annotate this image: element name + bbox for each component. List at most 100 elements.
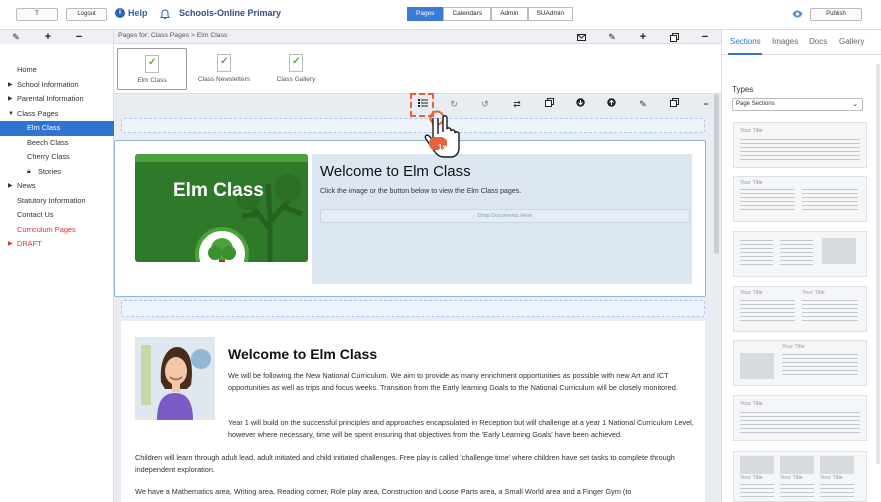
page-thumb-class-gallery[interactable]: ✓ Class Gallery [261, 48, 331, 90]
move-up-icon[interactable] [604, 98, 618, 110]
layout-line [780, 240, 813, 241]
layout-option[interactable]: Your Title Your Title [733, 286, 867, 332]
layout-title: Your Title [740, 290, 763, 296]
layout-line [820, 492, 854, 493]
section-elm-class-banner[interactable]: Elm Class Welcome to Elm Class Click the… [114, 140, 706, 297]
page-thumb-elm-class[interactable]: ✓ Elm Class [117, 48, 187, 90]
lock-icon: 🔒︎ [27, 167, 31, 175]
tree-item-label: News [17, 181, 36, 190]
tab-admin[interactable]: Admin [491, 7, 528, 21]
chevron-right-icon[interactable]: ▶ [8, 179, 13, 194]
tree-item[interactable]: 🔒︎ Stories [0, 165, 114, 180]
undo-icon[interactable]: ↺ [478, 98, 492, 110]
layout-line [780, 492, 814, 493]
layout-line [802, 320, 858, 321]
layout-line [740, 193, 795, 194]
bell-icon[interactable] [159, 8, 171, 20]
edit-section-icon[interactable]: ✎ [636, 98, 650, 110]
add-page-icon[interactable]: + [637, 30, 649, 44]
layout-option[interactable]: Your Title Your Title Your Title [733, 451, 867, 502]
tree-item-label: DRAFT [17, 239, 42, 248]
layout-line [780, 496, 814, 497]
types-select[interactable]: Page Sections ⌄ [732, 98, 863, 111]
types-select-value: Page Sections [736, 101, 775, 107]
tree-item[interactable]: ▶ School Information [0, 78, 114, 93]
nav-tabs: Pages Calendars Admin SUAdmin [407, 7, 573, 21]
section-drop-zone[interactable] [121, 300, 705, 317]
tab-calendars[interactable]: Calendars [443, 7, 492, 21]
help-link[interactable]: i Help [115, 8, 148, 18]
tab-pages[interactable]: Pages [407, 7, 444, 21]
layout-line [740, 320, 795, 321]
edit-page-icon[interactable]: ✎ [606, 30, 618, 44]
layout-line [740, 201, 795, 202]
eye-icon[interactable] [791, 9, 803, 19]
tree-item-label: Beech Class [27, 137, 69, 147]
tab-suadmin[interactable]: SUAdmin [527, 7, 573, 21]
layout-option[interactable]: Your Title [733, 395, 867, 441]
tree-item[interactable]: Elm Class [0, 121, 114, 136]
teacher-photo [135, 337, 215, 420]
section-welcome-text[interactable]: Welcome to Elm Class We will be followin… [121, 321, 705, 502]
panel-scrollbar[interactable] [876, 64, 880, 464]
tree-item[interactable]: ▶ News [0, 179, 114, 194]
layout-line [782, 374, 858, 375]
redo-icon[interactable]: ↻ [447, 98, 461, 110]
layout-title: Your Title [740, 401, 763, 407]
layout-image-placeholder [740, 456, 774, 474]
copy-section-icon[interactable] [667, 98, 681, 110]
tree-item[interactable]: ▼ Class Pages [0, 107, 114, 122]
tab-sections[interactable]: Sections [730, 37, 761, 46]
layout-line [740, 197, 795, 198]
layout-option[interactable]: Your Title [733, 340, 867, 386]
tree-item[interactable]: Curriculum Pages [0, 223, 114, 238]
user-button[interactable]: T [16, 8, 58, 21]
tab-docs[interactable]: Docs [809, 37, 827, 46]
tree-item[interactable]: Beech Class [0, 136, 114, 151]
layout-line [740, 252, 773, 253]
chevron-right-icon[interactable]: ▶ [8, 92, 13, 107]
swap-icon[interactable]: ⇄ [510, 98, 524, 110]
elm-class-image-title: Elm Class [173, 180, 264, 201]
publish-button[interactable]: Publish [810, 8, 862, 21]
layout-option[interactable] [733, 231, 867, 277]
edit-icon[interactable]: ✎ [10, 31, 22, 43]
chevron-right-icon[interactable]: ▶ [8, 237, 13, 252]
sections-panel: Sections Images Docs Gallery Types Page … [721, 30, 881, 502]
duplicate-icon[interactable] [542, 98, 556, 110]
tree-item[interactable]: Statutory Information [0, 194, 114, 209]
layout-option[interactable]: Your Title [733, 176, 867, 222]
chevron-down-icon[interactable]: ▼ [8, 107, 14, 122]
logout-button[interactable]: Logout [66, 8, 107, 21]
main-scrollbar[interactable] [714, 94, 719, 254]
add-icon[interactable]: + [42, 30, 54, 44]
tree-item-label: Stories [38, 166, 62, 176]
tree-item[interactable]: ▶ DRAFT [0, 237, 114, 252]
layout-line [740, 300, 795, 301]
tree-item[interactable]: Home [0, 63, 114, 78]
remove-icon[interactable]: − [73, 30, 85, 44]
tree-item[interactable]: Contact Us [0, 208, 114, 223]
tab-images[interactable]: Images [772, 37, 798, 46]
page-thumb-class-newsletters[interactable]: ✓ Class Newsletters [189, 48, 259, 90]
layout-title: Your Title [740, 475, 763, 481]
tree-item[interactable]: ▶ Parental Information [0, 92, 114, 107]
delete-section-icon[interactable]: − [699, 98, 713, 110]
tab-gallery[interactable]: Gallery [839, 37, 864, 46]
tree-item-label: Class Pages [17, 108, 59, 118]
move-down-icon[interactable] [573, 98, 587, 110]
page-thumbnails: ✓ Elm Class ✓ Class Newsletters ✓ Class … [114, 44, 721, 94]
chevron-right-icon[interactable]: ▶ [8, 78, 13, 93]
copy-page-icon[interactable] [668, 31, 680, 43]
breadcrumb-bar: Pages for: Class Pages > Elm Class ✎ + − [114, 30, 721, 44]
layout-line [740, 248, 773, 249]
elm-class-image[interactable]: Elm Class [135, 154, 308, 262]
layout-image-placeholder [820, 456, 854, 474]
section-drop-zone[interactable] [121, 118, 705, 133]
layout-image-placeholder [780, 456, 814, 474]
mail-icon[interactable] [575, 31, 587, 43]
drop-documents-area[interactable]: Drop Documents Here [320, 209, 690, 223]
remove-page-icon[interactable]: − [699, 30, 711, 44]
tree-item[interactable]: Cherry Class [0, 150, 114, 165]
layout-option[interactable]: Your Title [733, 122, 867, 168]
